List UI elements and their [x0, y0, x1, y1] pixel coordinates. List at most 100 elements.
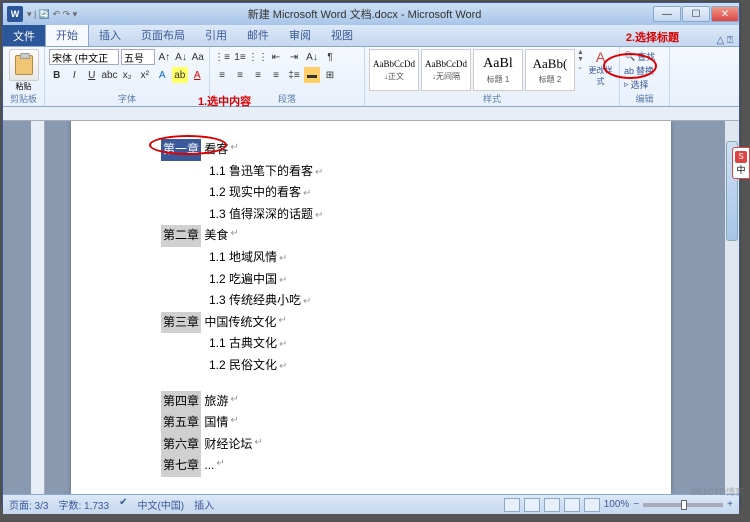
ruler-vertical	[31, 121, 45, 494]
sort-button[interactable]: A↓	[304, 49, 320, 65]
status-mode[interactable]: 插入	[194, 497, 214, 512]
line-spacing-button[interactable]: ‡≡	[286, 67, 302, 83]
text-effects-button[interactable]: A	[155, 67, 171, 83]
list-item[interactable]: 1.2 现实中的看客↵	[209, 182, 581, 204]
indent-inc-button[interactable]: ⇥	[286, 49, 302, 65]
zoom-out-button[interactable]: −	[633, 499, 639, 510]
tab-view[interactable]: 视图	[321, 24, 363, 46]
style-heading2[interactable]: AaBb( 标题 2	[525, 49, 575, 91]
bold-button[interactable]: B	[49, 67, 65, 83]
align-justify-button[interactable]: ≡	[268, 67, 284, 83]
strike-button[interactable]: abc	[102, 67, 118, 83]
show-marks-button[interactable]: ¶	[322, 49, 338, 65]
statusbar: 页面: 3/3 字数: 1,733 ✔ 中文(中国) 插入 100% − +	[3, 494, 739, 514]
chapter-2-heading[interactable]: 第二章 美食↵	[161, 225, 581, 247]
tab-mailings[interactable]: 邮件	[237, 24, 279, 46]
numbering-button[interactable]: 1≡	[232, 49, 248, 65]
group-font: A↑ A↓ Aa B I U abc x₂ x² A ab A 字体	[45, 47, 210, 106]
subscript-button[interactable]: x₂	[120, 67, 136, 83]
font-color-button[interactable]: A	[190, 67, 206, 83]
chapter-1-heading[interactable]: 第一章 看客↵	[161, 139, 581, 161]
list-item[interactable]: 1.3 传统经典小吃↵	[209, 290, 581, 312]
font-group-label: 字体	[45, 92, 209, 105]
highlight-button[interactable]: ab	[172, 67, 188, 83]
zoom-slider-thumb[interactable]	[681, 500, 687, 510]
maximize-button[interactable]: ☐	[682, 6, 710, 22]
style-normal[interactable]: AaBbCcDd ↓正文	[369, 49, 419, 91]
view-print-button[interactable]	[504, 498, 520, 512]
chapter-4-heading[interactable]: 第四章 旅游↵	[161, 391, 581, 413]
ribbon-tabs: 文件 开始 插入 页面布局 引用 邮件 审阅 视图 △ ⍰	[3, 25, 739, 47]
tab-insert[interactable]: 插入	[89, 24, 131, 46]
status-proof-icon[interactable]: ✔	[119, 497, 127, 512]
superscript-button[interactable]: x²	[137, 67, 153, 83]
document-area: 第一章 看客↵ 1.1 鲁迅笔下的看客↵ 1.2 现实中的看客↵ 1.3 值得深…	[3, 121, 739, 494]
group-editing: 🔍查找 ab替换 ▹选择 编辑	[620, 47, 670, 106]
tab-layout[interactable]: 页面布局	[131, 24, 195, 46]
tab-file[interactable]: 文件	[3, 25, 45, 46]
shading-button[interactable]: ▬	[304, 67, 320, 83]
tab-references[interactable]: 引用	[195, 24, 237, 46]
bullets-button[interactable]: ⋮≡	[214, 49, 230, 65]
status-lang[interactable]: 中文(中国)	[137, 497, 184, 512]
style-nospacing[interactable]: AaBbCcDd ↓无间隔	[421, 49, 471, 91]
list-item[interactable]: 1.2 民俗文化↵	[209, 355, 581, 377]
align-right-button[interactable]: ≡	[250, 67, 266, 83]
align-left-button[interactable]: ≡	[214, 67, 230, 83]
chapter-3-heading[interactable]: 第三章 中国传统文化↵	[161, 312, 581, 334]
minimize-button[interactable]: —	[653, 6, 681, 22]
shrink-font-button[interactable]: A↓	[174, 49, 189, 65]
zoom-slider[interactable]	[643, 503, 723, 507]
indent-dec-button[interactable]: ⇤	[268, 49, 284, 65]
list-item[interactable]: 1.1 古典文化↵	[209, 333, 581, 355]
cursor-icon: ▹	[624, 79, 629, 90]
close-button[interactable]: ✕	[711, 6, 739, 22]
view-outline-button[interactable]	[564, 498, 580, 512]
ime-icon: S	[735, 151, 747, 163]
list-item[interactable]: 1.1 地域风情↵	[209, 247, 581, 269]
view-web-button[interactable]	[544, 498, 560, 512]
titlebar: W ▾ | 🔄 ↶ ↷ ▾ 新建 Microsoft Word 文档.docx …	[3, 3, 739, 25]
replace-button[interactable]: ab替换	[624, 64, 665, 77]
ime-label: 中	[736, 163, 745, 176]
italic-button[interactable]: I	[67, 67, 83, 83]
status-words[interactable]: 字数: 1,733	[58, 497, 109, 512]
page[interactable]: 第一章 看客↵ 1.1 鲁迅笔下的看客↵ 1.2 现实中的看客↵ 1.3 值得深…	[71, 121, 671, 494]
select-button[interactable]: ▹选择	[624, 78, 665, 91]
underline-button[interactable]: U	[84, 67, 100, 83]
status-page[interactable]: 页面: 3/3	[9, 497, 48, 512]
style-heading1[interactable]: AaBl 标题 1	[473, 49, 523, 91]
editing-group-label: 编辑	[620, 92, 669, 105]
font-size-select[interactable]	[121, 49, 155, 65]
zoom-level[interactable]: 100%	[604, 499, 630, 510]
view-fullscreen-button[interactable]	[524, 498, 540, 512]
ime-float-panel[interactable]: S 中	[732, 147, 750, 179]
replace-icon: ab	[624, 66, 634, 76]
paste-button[interactable]	[9, 49, 39, 81]
group-clipboard: 粘贴 剪贴板	[3, 47, 45, 106]
paragraph-group-label: 段落	[210, 92, 364, 105]
list-item[interactable]: 1.2 吃遍中国↵	[209, 269, 581, 291]
align-center-button[interactable]: ≡	[232, 67, 248, 83]
watermark: ©51CTO博客	[691, 485, 744, 498]
paste-label: 粘贴	[16, 81, 32, 92]
clear-format-button[interactable]: Aa	[190, 49, 205, 65]
borders-button[interactable]: ⊞	[322, 67, 338, 83]
grow-font-button[interactable]: A↑	[157, 49, 172, 65]
multilevel-button[interactable]: ⋮⋮	[250, 49, 266, 65]
chapter-5-heading[interactable]: 第五章 国情↵	[161, 412, 581, 434]
list-item[interactable]: 1.3 值得深深的话题↵	[209, 204, 581, 226]
list-item[interactable]: 1.1 鲁迅笔下的看客↵	[209, 161, 581, 183]
chapter-7-heading[interactable]: 第七章 ...↵	[161, 455, 581, 477]
chapter-6-heading[interactable]: 第六章 财经论坛↵	[161, 434, 581, 456]
font-name-select[interactable]	[49, 49, 119, 65]
change-styles-button[interactable]: A 更改样式	[586, 49, 615, 87]
view-draft-button[interactable]	[584, 498, 600, 512]
styles-group-label: 样式	[365, 92, 619, 105]
find-button[interactable]: 🔍查找	[624, 50, 665, 63]
tab-home[interactable]: 开始	[45, 23, 89, 46]
ruler-horizontal	[3, 107, 739, 121]
tab-review[interactable]: 审阅	[279, 24, 321, 46]
clipboard-icon	[15, 55, 33, 75]
zoom-in-button[interactable]: +	[727, 499, 733, 510]
